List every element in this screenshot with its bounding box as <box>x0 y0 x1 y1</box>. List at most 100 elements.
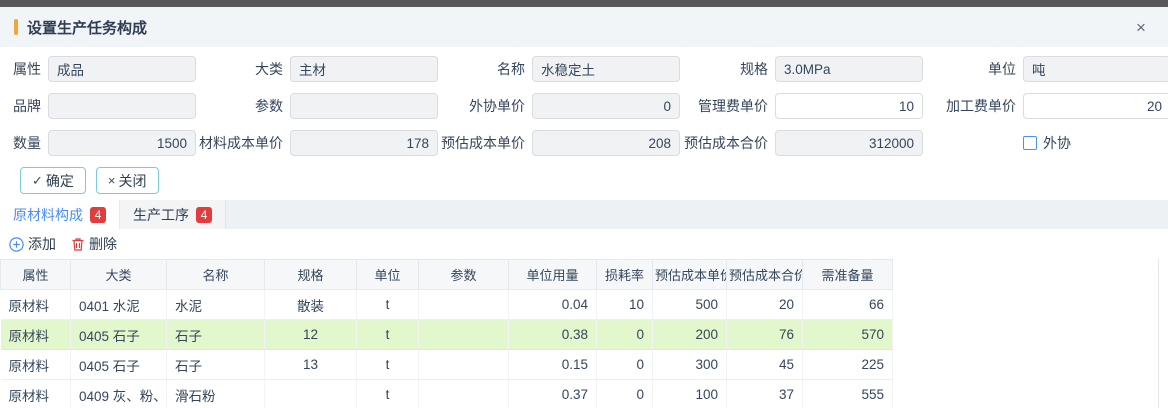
table-cell[interactable]: 滑石粉 <box>167 380 265 408</box>
table-cell[interactable]: 200 <box>653 320 727 350</box>
tab-production-process[interactable]: 生产工序 4 <box>120 200 226 229</box>
quantity-label: 数量 <box>10 133 48 153</box>
brand-field[interactable] <box>48 93 196 119</box>
column-header: 损耗率 <box>597 260 653 290</box>
est-cost-total-field[interactable] <box>775 130 923 156</box>
table-cell[interactable]: 0.04 <box>509 290 597 320</box>
column-header: 预估成本单价 <box>653 260 727 290</box>
spec-field[interactable] <box>775 56 923 82</box>
process-fee-price-field[interactable] <box>1023 93 1168 119</box>
tab-raw-materials[interactable]: 原材料构成 4 <box>0 200 120 229</box>
table-cell[interactable]: 20 <box>727 290 803 320</box>
table-cell[interactable]: 66 <box>803 290 893 320</box>
production-process-count-badge: 4 <box>196 207 212 223</box>
unit-field[interactable] <box>1023 56 1168 82</box>
raw-materials-count-badge: 4 <box>90 207 106 223</box>
table-cell[interactable] <box>419 380 509 408</box>
table-row[interactable]: 原材料0405 石子石子13t 0.15030045225 <box>1 350 893 380</box>
column-header: 规格 <box>265 260 357 290</box>
table-cell[interactable] <box>265 380 357 408</box>
material-cost-price-field[interactable] <box>290 130 438 156</box>
table-row[interactable]: 原材料0405 石子石子12t 0.38020076570 <box>1 320 893 350</box>
outsource-price-label: 外协单价 <box>438 96 532 116</box>
est-cost-total-label: 预估成本合价 <box>680 133 775 153</box>
table-cell[interactable]: 0409 灰、粉、土等 <box>71 380 167 408</box>
tab-bar: 原材料构成 4 生产工序 4 <box>0 200 1168 229</box>
column-header: 名称 <box>167 260 265 290</box>
table-cell[interactable]: 37 <box>727 380 803 408</box>
table-cell[interactable]: 0.38 <box>509 320 597 350</box>
table-cell[interactable]: 散装 <box>265 290 357 320</box>
dialog-title: 设置生产任务构成 <box>27 17 147 38</box>
title-accent-bar <box>14 19 18 35</box>
process-fee-price-label: 加工费单价 <box>923 96 1023 116</box>
name-field[interactable] <box>532 56 680 82</box>
table-cell[interactable]: 原材料 <box>1 320 71 350</box>
table-cell[interactable]: 原材料 <box>1 290 71 320</box>
table-cell[interactable]: t <box>357 290 419 320</box>
table-row[interactable]: 原材料0409 灰、粉、土等滑石粉 t 0.37010037555 <box>1 380 893 408</box>
category-field[interactable] <box>290 56 438 82</box>
column-header: 大类 <box>71 260 167 290</box>
table-cell[interactable]: t <box>357 350 419 380</box>
table-header-row: 属性大类名称规格单位参数单位用量损耗率预估成本单价预估成本合价需准备量 <box>1 260 893 290</box>
table-cell[interactable]: 570 <box>803 320 893 350</box>
delete-icon <box>71 237 85 252</box>
table-cell[interactable]: 10 <box>597 290 653 320</box>
add-icon <box>9 237 24 252</box>
materials-grid: 属性大类名称规格单位参数单位用量损耗率预估成本单价预估成本合价需准备量 原材料0… <box>0 259 1168 408</box>
category-label: 大类 <box>196 59 290 79</box>
table-cell[interactable]: 300 <box>653 350 727 380</box>
table-cell[interactable] <box>419 350 509 380</box>
table-cell[interactable]: 0405 石子 <box>71 320 167 350</box>
column-header: 单位 <box>357 260 419 290</box>
table-cell[interactable]: 0.37 <box>509 380 597 408</box>
table-cell[interactable]: 500 <box>653 290 727 320</box>
table-row[interactable]: 原材料0401 水泥水泥散装t 0.04105002066 <box>1 290 893 320</box>
column-header: 单位用量 <box>509 260 597 290</box>
table-cell[interactable]: 0 <box>597 380 653 408</box>
table-cell[interactable]: 45 <box>727 350 803 380</box>
table-cell[interactable]: 76 <box>727 320 803 350</box>
table-cell[interactable] <box>419 320 509 350</box>
table-cell[interactable]: 13 <box>265 350 357 380</box>
attribute-field[interactable] <box>48 56 196 82</box>
table-cell[interactable]: 0 <box>597 320 653 350</box>
table-cell[interactable]: 0401 水泥 <box>71 290 167 320</box>
table-cell[interactable]: t <box>357 320 419 350</box>
table-cell[interactable]: 0405 石子 <box>71 350 167 380</box>
est-cost-price-field[interactable] <box>532 130 680 156</box>
mgmt-fee-price-field[interactable] <box>775 93 923 119</box>
table-cell[interactable]: 原材料 <box>1 380 71 408</box>
table-cell[interactable]: 0 <box>597 350 653 380</box>
close-icon[interactable]: × <box>1130 19 1152 36</box>
confirm-button[interactable]: ✓ 确定 <box>20 167 86 194</box>
scrollbar-track[interactable] <box>1158 259 1159 408</box>
table-cell[interactable]: 0.15 <box>509 350 597 380</box>
table-cell[interactable]: 石子 <box>167 320 265 350</box>
table-cell[interactable]: 水泥 <box>167 290 265 320</box>
quantity-field[interactable] <box>48 130 196 156</box>
column-header: 属性 <box>1 260 71 290</box>
close-button[interactable]: × 关闭 <box>96 167 159 194</box>
name-label: 名称 <box>438 59 532 79</box>
outsource-checkbox[interactable] <box>1023 136 1037 150</box>
materials-table-body: 原材料0401 水泥水泥散装t0.04105002066原材料0405 石子石子… <box>1 290 893 408</box>
task-form: 属性 大类 名称 规格 单位 品牌 参数 外协单价 管理费单价 加工费单价 数量… <box>0 47 1168 194</box>
table-cell[interactable]: 555 <box>803 380 893 408</box>
materials-table: 属性大类名称规格单位参数单位用量损耗率预估成本单价预估成本合价需准备量 原材料0… <box>0 259 893 408</box>
outsource-price-field[interactable] <box>532 93 680 119</box>
delete-button[interactable]: 删除 <box>71 234 117 254</box>
add-button[interactable]: 添加 <box>9 234 56 254</box>
table-cell[interactable]: 100 <box>653 380 727 408</box>
table-cell[interactable]: 225 <box>803 350 893 380</box>
column-header: 参数 <box>419 260 509 290</box>
table-cell[interactable]: 石子 <box>167 350 265 380</box>
column-header: 预估成本合价 <box>727 260 803 290</box>
table-cell[interactable]: 原材料 <box>1 350 71 380</box>
table-cell[interactable]: t <box>357 380 419 408</box>
brand-label: 品牌 <box>10 96 48 116</box>
table-cell[interactable]: 12 <box>265 320 357 350</box>
table-cell[interactable] <box>419 290 509 320</box>
params-field[interactable] <box>290 93 438 119</box>
